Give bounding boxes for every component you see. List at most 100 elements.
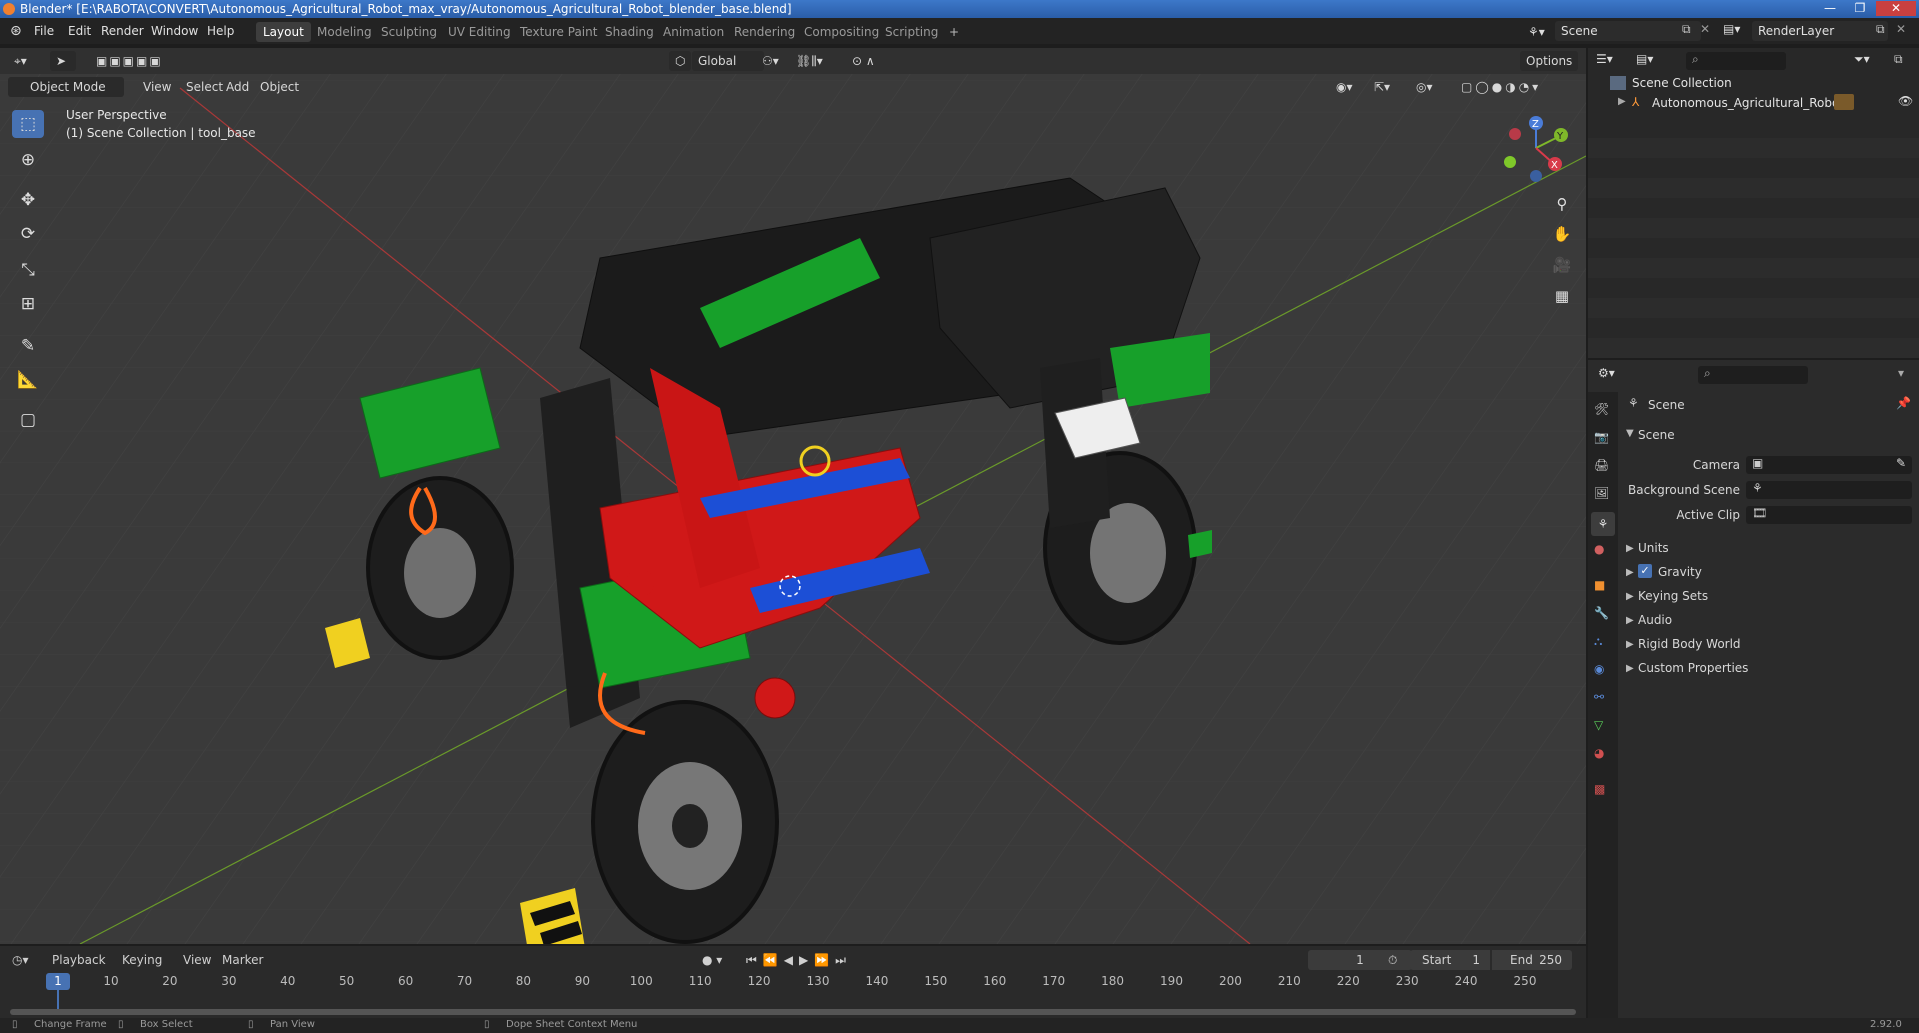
output-tab-icon[interactable]: 🖨 [1594,458,1609,472]
properties-editor-icon[interactable]: ⚙▾ [1598,366,1615,380]
transform-tool-icon[interactable]: ⊞ [12,290,44,318]
outliner-search-input[interactable]: ⌕ [1686,52,1786,70]
object-mode-dropdown[interactable]: Object Mode [8,77,124,97]
tab-compositing[interactable]: Compositing [797,22,886,42]
constraints-tab-icon[interactable]: ⚯ [1594,690,1604,704]
cursor-tool-icon[interactable]: ⊕ [12,146,44,174]
move-tool-icon[interactable]: ✥ [12,186,44,214]
outliner-item[interactable]: Autonomous_Agricultural_Robot [1652,96,1844,110]
menu-edit[interactable]: Edit [68,18,91,44]
view-menu[interactable]: View [183,950,211,970]
view-layer-icon[interactable]: ▤▾ [1723,22,1740,36]
camera-field[interactable]: ▣ ✎ [1746,456,1912,474]
keying-menu[interactable]: Keying [122,950,162,970]
scene-collection-label[interactable]: Scene Collection [1632,76,1732,90]
snap-icon[interactable]: ⛓⫼▾ [790,51,829,71]
keying-sets-panel[interactable]: Keying Sets [1638,585,1708,607]
new-collection-icon[interactable]: ⧉ [1894,52,1903,67]
pivot-icon[interactable]: ⚇▾ [756,51,785,71]
tab-modeling[interactable]: Modeling [310,22,379,42]
playhead[interactable] [46,973,70,990]
menu-help[interactable]: Help [207,18,234,44]
particles-tab-icon[interactable]: ⛬ [1594,634,1602,649]
data-tab-icon[interactable]: ▽ [1594,718,1603,732]
overlay-toggle-icon[interactable]: ◎▾ [1410,77,1439,97]
close-icon[interactable]: ✕ [1876,1,1916,16]
expand-arrow-icon[interactable]: ▶ [1626,639,1634,650]
modifier-tab-icon[interactable]: 🔧 [1594,606,1609,620]
delete-view-layer-icon[interactable]: ✕ [1896,22,1906,36]
annotate-tool-icon[interactable]: ✎ [12,332,44,360]
tab-scripting[interactable]: Scripting [878,22,945,42]
menu-file[interactable]: File [34,18,54,44]
visibility-icon[interactable]: ◉▾ [1330,77,1359,97]
display-mode-icon[interactable]: ▤▾ [1636,52,1653,66]
tab-uv-editing[interactable]: UV Editing [441,22,518,42]
timer-icon[interactable]: ⏱ [1388,950,1397,970]
playback-controls-icons[interactable]: ⏮⏪◀▶⏩⏭ [746,950,852,970]
tab-animation[interactable]: Animation [656,22,731,42]
pan-hand-icon[interactable]: ✋ [1551,223,1573,245]
background-scene-field[interactable]: ⚘ [1746,481,1912,499]
zoom-icon[interactable]: ⚲ [1551,193,1573,215]
expand-arrow-icon[interactable]: ▶ [1618,96,1626,107]
tool-tab-icon[interactable]: 🛠 [1594,402,1609,416]
navigation-gizmo[interactable]: Z Y X [1496,112,1578,184]
new-scene-icon[interactable]: ⧉ [1682,22,1691,37]
eye-icon[interactable]: 👁 [1898,94,1913,108]
gravity-panel[interactable]: Gravity [1658,561,1702,583]
outliner-editor-icon[interactable]: ☰▾ [1596,52,1613,66]
selection-mode-icons[interactable]: ▣▣▣▣▣ [90,51,169,71]
add-cube-tool-icon[interactable]: ▢ [12,406,44,434]
maximize-icon[interactable]: ❐ [1846,1,1874,16]
filter-icon[interactable]: ⏷▾ [1854,52,1870,67]
custom-properties-panel[interactable]: Custom Properties [1638,657,1748,679]
view-layer-field[interactable]: RenderLayer [1752,21,1888,41]
menu-view[interactable]: View [137,77,177,97]
material-tab-icon[interactable]: ◕ [1594,746,1604,760]
menu-object[interactable]: Object [254,77,305,97]
camera-view-icon[interactable]: 🎥 [1551,254,1573,276]
select-mode-icon[interactable]: ➤ [50,51,76,71]
perspective-grid-icon[interactable]: ▦ [1551,285,1573,307]
orientation-dropdown[interactable]: Global [692,51,764,71]
audio-panel[interactable]: Audio [1638,609,1672,631]
proportional-edit-icon[interactable]: ⊙ ∧ [846,51,881,71]
object-tab-icon[interactable]: ■ [1594,578,1605,592]
marker-menu[interactable]: Marker [222,950,263,970]
tab-rendering[interactable]: Rendering [727,22,802,42]
playback-menu[interactable]: Playback [52,950,106,970]
delete-scene-icon[interactable]: ✕ [1700,22,1710,36]
world-tab-icon[interactable]: ● [1594,542,1604,556]
menu-add[interactable]: Add [220,77,255,97]
panel-expand-icon[interactable]: ▼ [1626,428,1634,439]
menu-render[interactable]: Render [101,18,144,44]
expand-arrow-icon[interactable]: ▶ [1626,543,1634,554]
end-frame-field[interactable]: End 250 [1492,950,1572,970]
options-dropdown[interactable]: Options [1520,51,1579,71]
view-layer-tab-icon[interactable]: 🖼 [1594,486,1609,500]
new-view-layer-icon[interactable]: ⧉ [1876,22,1885,37]
texture-tab-icon[interactable]: ▩ [1594,782,1605,796]
rotate-tool-icon[interactable]: ⟳ [12,220,44,248]
transform-orientation-icon[interactable]: ⬡ [669,51,692,71]
active-clip-field[interactable]: 🎞 [1746,506,1912,524]
minimize-icon[interactable]: — [1816,1,1844,16]
menu-window[interactable]: Window [151,18,198,44]
expand-arrow-icon[interactable]: ▶ [1626,591,1634,602]
tab-texture-paint[interactable]: Texture Paint [513,22,604,42]
timeline-scrollbar[interactable] [10,1009,1576,1015]
scale-tool-icon[interactable]: ⤡ [12,256,44,284]
scene-field[interactable]: Scene [1555,21,1701,41]
record-icon[interactable]: ● ▾ [702,950,722,970]
pin-icon[interactable]: 📌 [1896,396,1911,410]
units-panel[interactable]: Units [1638,537,1669,559]
tab-layout[interactable]: Layout [256,22,311,42]
select-box-tool-icon[interactable]: ⬚ [12,110,44,138]
blender-menu-icon[interactable]: ⊛ [10,18,22,44]
properties-options-icon[interactable]: ▾ [1898,366,1904,380]
properties-search-input[interactable]: ⌕ [1698,366,1808,384]
3d-viewport[interactable] [0,48,1586,944]
scene-tab-icon[interactable]: ⚘ [1591,512,1615,536]
expand-arrow-icon[interactable]: ▶ [1626,567,1634,578]
